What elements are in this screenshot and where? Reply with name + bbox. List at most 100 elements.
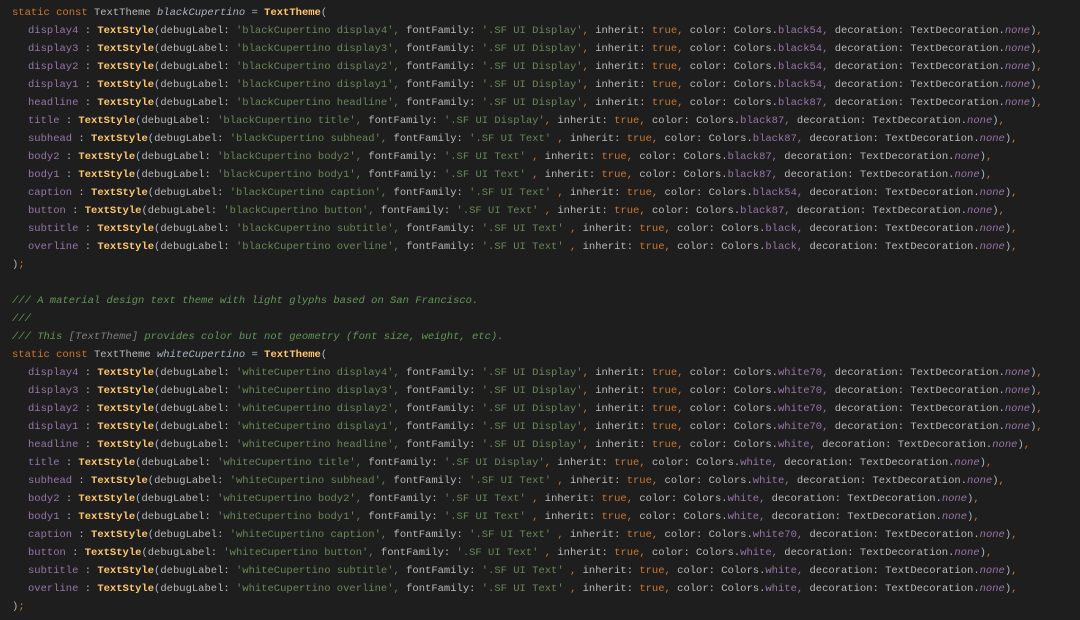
string-literal: 'blackCupertino caption', — [230, 187, 394, 199]
string-literal: '.SF UI Text' — [482, 241, 570, 253]
string-literal: 'whiteCupertino headline', — [236, 439, 400, 451]
bool-literal: true — [627, 133, 652, 145]
named-param: debugLabel: — [141, 115, 217, 127]
string-literal: '.SF UI Display' — [482, 439, 583, 451]
prop-name: display4 — [28, 25, 85, 37]
bool-literal: true — [652, 403, 677, 415]
named-param: inherit: — [595, 25, 652, 37]
named-param: color: — [690, 367, 734, 379]
type-ref: TextStyle — [78, 457, 135, 469]
prop-name: display3 — [28, 385, 85, 397]
string-literal: 'blackCupertino body1', — [217, 169, 368, 181]
named-param: fontFamily: — [406, 241, 482, 253]
named-param: debugLabel: — [160, 439, 236, 451]
prop-name: subhead — [28, 133, 78, 145]
prop-name: display4 — [28, 367, 85, 379]
color-value: black87, — [778, 97, 828, 109]
named-param: fontFamily: — [406, 61, 482, 73]
named-param: color: — [665, 475, 709, 487]
named-param: debugLabel: — [141, 457, 217, 469]
string-literal: '.SF UI Text' — [444, 493, 532, 505]
string-literal: 'blackCupertino button', — [223, 205, 381, 217]
variable-name: blackCupertino — [157, 7, 245, 19]
string-literal: 'whiteCupertino display2', — [236, 403, 400, 415]
class-ref: TextDecoration. — [847, 493, 942, 505]
code-line: button : TextStyle(debugLabel: 'whiteCup… — [12, 544, 1080, 562]
named-param: color: — [690, 403, 734, 415]
named-param: color: — [665, 133, 709, 145]
named-param: color: — [639, 151, 683, 163]
type-ref: TextStyle — [97, 43, 154, 55]
named-param: decoration: — [797, 475, 873, 487]
code-line: caption : TextStyle(debugLabel: 'whiteCu… — [12, 526, 1080, 544]
color-value: white, — [728, 511, 772, 523]
code-line: subtitle : TextStyle(debugLabel: 'blackC… — [12, 220, 1080, 238]
class-ref: TextDecoration. — [873, 475, 968, 487]
string-literal: 'blackCupertino display3', — [236, 43, 400, 55]
class-ref: TextDecoration. — [910, 421, 1005, 433]
bool-literal: true — [614, 457, 639, 469]
code-line: headline : TextStyle(debugLabel: 'blackC… — [12, 94, 1080, 112]
named-param: color: — [690, 43, 734, 55]
string-literal: '.SF UI Display' — [482, 367, 583, 379]
named-param: decoration: — [835, 61, 911, 73]
class-ref: Colors. — [734, 97, 778, 109]
variable-name: whiteCupertino — [157, 349, 245, 361]
string-literal: '.SF UI Display' — [482, 403, 583, 415]
named-param: color: — [690, 79, 734, 91]
named-param: decoration: — [784, 457, 860, 469]
string-literal: 'blackCupertino subtitle', — [236, 223, 400, 235]
named-param: debugLabel: — [160, 79, 236, 91]
named-param: color: — [652, 115, 696, 127]
named-param: inherit: — [570, 529, 627, 541]
named-param: fontFamily: — [368, 115, 444, 127]
string-literal: 'blackCupertino overline', — [236, 241, 400, 253]
bool-literal: true — [602, 493, 627, 505]
prop-name: body1 — [28, 169, 66, 181]
named-param: debugLabel: — [148, 205, 224, 217]
class-ref: Colors. — [734, 367, 778, 379]
class-ref: Colors. — [734, 79, 778, 91]
named-param: decoration: — [835, 421, 911, 433]
code-line: ); — [12, 598, 1080, 616]
string-literal: '.SF UI Text' — [469, 529, 557, 541]
class-ref: TextDecoration. — [910, 367, 1005, 379]
color-value: white70, — [778, 385, 828, 397]
class-ref: Colors. — [696, 457, 740, 469]
type-ref: TextTheme — [94, 7, 151, 19]
color-value: black54, — [778, 61, 828, 73]
named-param: color: — [665, 187, 709, 199]
named-param: debugLabel: — [160, 97, 236, 109]
prop-name: subtitle — [28, 565, 85, 577]
bool-literal: true — [614, 205, 639, 217]
type-ref: TextStyle — [85, 205, 142, 217]
named-param: color: — [665, 529, 709, 541]
type-ref: TextStyle — [97, 79, 154, 91]
color-value: black54, — [778, 25, 828, 37]
string-literal: 'blackCupertino title', — [217, 115, 368, 127]
named-param: inherit: — [595, 43, 652, 55]
class-ref: TextDecoration. — [910, 79, 1005, 91]
class-ref: Colors. — [734, 61, 778, 73]
named-param: inherit: — [570, 133, 627, 145]
named-param: fontFamily: — [381, 547, 457, 559]
named-param: decoration: — [809, 241, 885, 253]
string-literal: 'whiteCupertino button', — [223, 547, 381, 559]
named-param: fontFamily: — [368, 511, 444, 523]
named-param: color: — [690, 385, 734, 397]
named-param: color: — [690, 25, 734, 37]
named-param: inherit: — [595, 97, 652, 109]
type-ref: TextStyle — [97, 223, 154, 235]
bool-literal: true — [639, 241, 664, 253]
named-param: fontFamily: — [406, 583, 482, 595]
named-param: fontFamily: — [406, 25, 482, 37]
type-ref: TextStyle — [91, 475, 148, 487]
named-param: decoration: — [809, 583, 885, 595]
class-ref: Colors. — [696, 115, 740, 127]
keyword-const: const — [56, 349, 88, 361]
code-editor-viewport[interactable]: static const TextTheme blackCupertino = … — [12, 4, 1080, 616]
string-literal: 'blackCupertino display4', — [236, 25, 400, 37]
named-param: inherit: — [595, 61, 652, 73]
named-param: fontFamily: — [406, 439, 482, 451]
prop-name: display1 — [28, 421, 85, 433]
